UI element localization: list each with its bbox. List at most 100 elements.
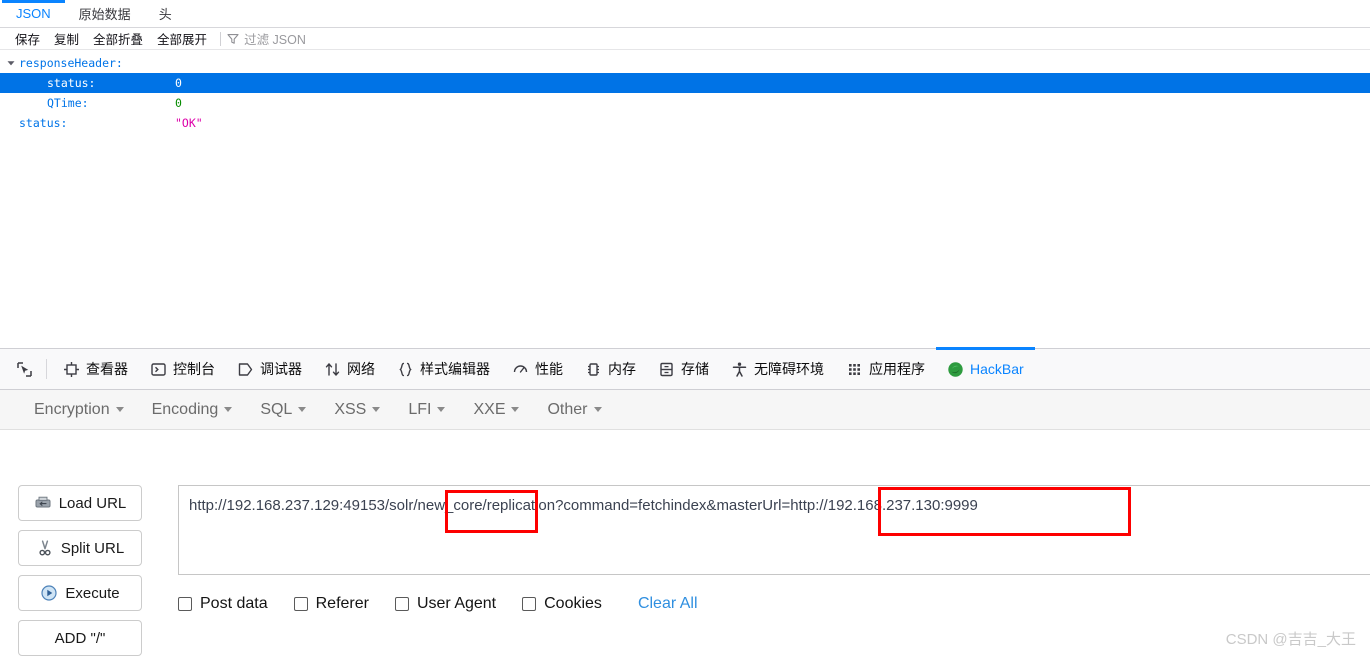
chevron-down-icon <box>511 407 520 412</box>
element-picker-button[interactable] <box>6 361 41 378</box>
checkbox-referer[interactable]: Referer <box>293 595 369 613</box>
tab-network[interactable]: 网络 <box>313 348 386 390</box>
network-icon <box>325 362 340 376</box>
tab-debugger[interactable]: 调试器 <box>226 348 313 390</box>
add-slash-label: ADD "/" <box>54 629 106 647</box>
chevron-down-icon <box>115 407 124 412</box>
json-viewer-tabbar: JSON 原始数据 头 <box>0 0 1370 28</box>
play-icon <box>41 585 57 601</box>
hackbar-body: Load URL Split URL Execute ADD "/" http:… <box>0 430 1370 656</box>
tab-raw-data-label: 原始数据 <box>78 7 131 22</box>
menu-encoding[interactable]: Encoding <box>138 401 247 419</box>
json-key: QTime: <box>47 96 89 110</box>
url-input[interactable]: http://192.168.237.129:49153/solr/new_co… <box>178 485 1370 575</box>
menu-other[interactable]: Other <box>533 401 615 419</box>
tab-inspector-label: 查看器 <box>86 361 128 377</box>
hackbar-icon <box>948 361 963 377</box>
menu-xss[interactable]: XSS <box>320 401 394 419</box>
collapse-all-button[interactable]: 全部折叠 <box>86 29 150 48</box>
tab-network-label: 网络 <box>347 361 375 377</box>
menu-sql[interactable]: SQL <box>246 401 320 419</box>
checkbox-icon[interactable] <box>394 597 409 611</box>
toolbar-divider <box>220 31 222 46</box>
split-url-button[interactable]: Split URL <box>18 530 142 566</box>
menu-encryption-label: Encryption <box>34 400 110 418</box>
url-input-value: http://192.168.237.129:49153/solr/new_co… <box>189 497 978 514</box>
tab-headers[interactable]: 头 <box>145 0 186 27</box>
console-icon <box>151 362 166 376</box>
tab-accessibility[interactable]: 无障碍环境 <box>720 348 835 390</box>
json-key: status: <box>19 116 68 130</box>
json-key: responseHeader: <box>19 56 123 70</box>
tab-accessibility-label: 无障碍环境 <box>754 361 824 377</box>
json-row-qtime[interactable]: QTime: 0 <box>0 93 1370 113</box>
checkbox-icon[interactable] <box>178 597 192 611</box>
browser-devtools-window: JSON 原始数据 头 保存 复制 全部折叠 全部展开 过滤 JSON resp… <box>0 0 1370 657</box>
json-response-panel: JSON 原始数据 头 保存 复制 全部折叠 全部展开 过滤 JSON resp… <box>0 0 1370 348</box>
checkbox-cookies-label: Cookies <box>544 595 602 612</box>
hackbar-menubar: Encryption Encoding SQL XSS LFI XXE Othe… <box>0 390 1370 430</box>
tab-console[interactable]: 控制台 <box>139 348 226 390</box>
checkbox-user-agent[interactable]: User Agent <box>394 595 497 613</box>
checkbox-user-agent-label: User Agent <box>416 595 497 612</box>
scissors-icon <box>39 540 51 556</box>
menu-other-label: Other <box>547 400 588 418</box>
filter-json-placeholder: 过滤 JSON <box>244 33 306 47</box>
execute-button[interactable]: Execute <box>18 575 142 611</box>
split-url-label: Split URL <box>60 539 125 557</box>
tab-memory[interactable]: 内存 <box>574 348 647 390</box>
json-key: status: <box>47 76 96 90</box>
save-button[interactable]: 保存 <box>8 29 47 48</box>
menu-encryption[interactable]: Encryption <box>20 401 138 419</box>
checkbox-post-data-label: Post data <box>200 595 268 612</box>
toolbar-divider <box>46 359 47 379</box>
chevron-down-icon <box>224 407 233 412</box>
expand-all-button[interactable]: 全部展开 <box>150 29 214 48</box>
menu-xxe[interactable]: XXE <box>459 401 533 419</box>
hackbar-panel: Encryption Encoding SQL XSS LFI XXE Othe… <box>0 390 1370 657</box>
filter-json-input[interactable]: 过滤 JSON <box>227 29 306 48</box>
memory-icon <box>588 362 599 376</box>
tab-application[interactable]: 应用程序 <box>835 348 936 390</box>
json-row-responseheader[interactable]: responseHeader: <box>0 53 1370 73</box>
copy-button[interactable]: 复制 <box>47 29 86 48</box>
chevron-down-icon[interactable] <box>6 58 16 68</box>
checkbox-post-data[interactable]: Post data <box>178 595 268 613</box>
load-url-icon <box>35 496 51 508</box>
json-row-status-outer[interactable]: status: "OK" <box>0 113 1370 133</box>
menu-encoding-label: Encoding <box>151 400 219 418</box>
menu-xxe-label: XXE <box>473 400 506 418</box>
watermark: CSDN @吉吉_大王 <box>1225 631 1356 648</box>
tab-json-label: JSON <box>16 6 51 21</box>
application-icon <box>849 363 860 375</box>
load-url-button[interactable]: Load URL <box>18 485 142 521</box>
add-slash-button[interactable]: ADD "/" <box>18 620 142 656</box>
chevron-down-icon <box>593 407 602 412</box>
debugger-icon <box>238 362 253 376</box>
tab-hackbar[interactable]: HackBar <box>936 347 1035 390</box>
tab-storage[interactable]: 存储 <box>647 348 720 390</box>
json-row-status-inner[interactable]: status: 0 <box>0 73 1370 93</box>
storage-icon <box>660 362 673 376</box>
tab-memory-label: 内存 <box>608 361 636 377</box>
devtools-tabbar: 查看器 控制台 调试器 网络 样式编辑器 性能 内存 存储 无障碍环境 应用程序… <box>0 347 1370 390</box>
checkbox-icon[interactable] <box>522 597 537 611</box>
tab-application-label: 应用程序 <box>869 361 925 377</box>
json-tree: responseHeader: status: 0 QTime: 0 statu… <box>0 50 1370 133</box>
menu-lfi[interactable]: LFI <box>394 401 459 419</box>
tab-raw-data[interactable]: 原始数据 <box>65 0 145 27</box>
checkbox-icon[interactable] <box>293 597 308 611</box>
performance-icon <box>513 364 528 373</box>
clear-all-link[interactable]: Clear All <box>638 595 698 613</box>
checkbox-cookies[interactable]: Cookies <box>522 595 602 613</box>
tab-headers-label: 头 <box>158 7 172 22</box>
tab-inspector[interactable]: 查看器 <box>52 348 139 390</box>
tab-style-editor[interactable]: 样式编辑器 <box>386 348 501 390</box>
tab-performance-label: 性能 <box>535 361 563 377</box>
tab-debugger-label: 调试器 <box>260 361 302 377</box>
chevron-down-icon <box>372 407 381 412</box>
tab-hackbar-label: HackBar <box>970 361 1024 377</box>
hackbar-action-buttons: Load URL Split URL Execute ADD "/" <box>18 485 142 656</box>
tab-performance[interactable]: 性能 <box>501 348 574 390</box>
tab-json[interactable]: JSON <box>2 0 65 27</box>
